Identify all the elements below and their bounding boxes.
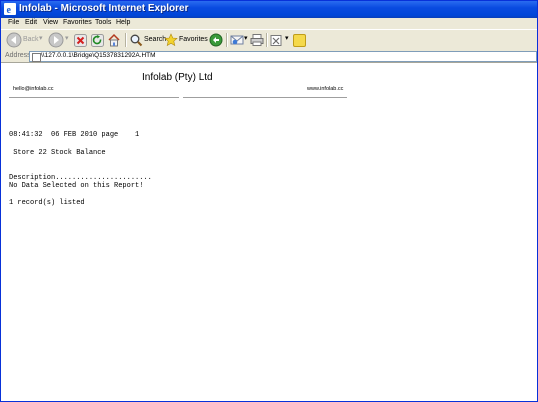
- address-url[interactable]: \\127.0.0.1\Bridge\Q1537831292A.HTM: [41, 52, 156, 59]
- browser-window: e Infolab - Microsoft Internet Explorer …: [0, 0, 538, 402]
- company-email: hello@infolab.cc: [13, 86, 54, 92]
- report-record-count: 1 record(s) listed: [9, 199, 85, 207]
- toolbar-separator: [266, 33, 268, 47]
- toolbar-separator: [125, 33, 127, 47]
- search-icon[interactable]: [129, 32, 143, 48]
- address-bar: Address \\127.0.0.1\Bridge\Q1537831292A.…: [1, 50, 537, 63]
- company-name: Infolab (Pty) Ltd: [142, 72, 213, 83]
- edit-page-icon[interactable]: [270, 32, 282, 48]
- menu-tools[interactable]: Tools: [95, 19, 111, 26]
- forward-icon[interactable]: [48, 32, 64, 48]
- report-no-data-message: No Data Selected on this Report!: [9, 182, 144, 190]
- back-icon[interactable]: [6, 32, 22, 48]
- history-icon[interactable]: [209, 32, 223, 48]
- back-button-label[interactable]: Back: [23, 36, 39, 43]
- title-bar[interactable]: e Infolab - Microsoft Internet Explorer: [1, 1, 537, 18]
- menu-bar: File Edit View Favorites Tools Help: [1, 18, 537, 29]
- address-label: Address: [5, 52, 31, 59]
- mail-dropdown-icon[interactable]: ▾: [244, 34, 248, 42]
- stop-icon[interactable]: [74, 32, 87, 48]
- refresh-icon[interactable]: [91, 32, 104, 48]
- mail-icon[interactable]: [230, 32, 244, 48]
- menu-help[interactable]: Help: [116, 19, 130, 26]
- home-icon[interactable]: [107, 32, 121, 48]
- menu-file[interactable]: File: [8, 19, 19, 26]
- edit-dropdown-icon[interactable]: ▾: [285, 34, 289, 42]
- page-content: Infolab (Pty) Ltd hello@infolab.cc www.i…: [1, 63, 537, 401]
- favorites-button-label[interactable]: Favorites: [179, 36, 208, 43]
- menu-view[interactable]: View: [43, 19, 58, 26]
- window-title: Infolab - Microsoft Internet Explorer: [19, 3, 189, 14]
- menu-favorites[interactable]: Favorites: [63, 19, 92, 26]
- internet-explorer-icon: e: [4, 3, 16, 15]
- report-datetime-line: 08:41:32 06 FEB 2010 page 1: [9, 131, 140, 139]
- search-button-label[interactable]: Search: [144, 36, 166, 43]
- report-description-line: Description.......................: [9, 174, 152, 182]
- report-title: Store 22 Stock Balance: [9, 149, 106, 157]
- toolbar-separator: [226, 33, 228, 47]
- notes-icon[interactable]: [293, 32, 306, 48]
- forward-dropdown-icon[interactable]: ▾: [65, 34, 69, 42]
- header-rule-right: [183, 97, 347, 98]
- back-dropdown-icon[interactable]: ▾: [39, 34, 43, 42]
- toolbar: Back ▾ ▾ Search Favorites ▾ ▾: [1, 29, 537, 51]
- svg-text:e: e: [7, 5, 12, 15]
- address-input[interactable]: \\127.0.0.1\Bridge\Q1537831292A.HTM: [29, 51, 537, 62]
- favorites-star-icon[interactable]: [164, 32, 178, 48]
- print-icon[interactable]: [250, 32, 264, 48]
- company-website: www.infolab.cc: [307, 86, 344, 92]
- page-icon: [32, 53, 41, 62]
- menu-edit[interactable]: Edit: [25, 19, 37, 26]
- header-rule-left: [9, 97, 179, 98]
